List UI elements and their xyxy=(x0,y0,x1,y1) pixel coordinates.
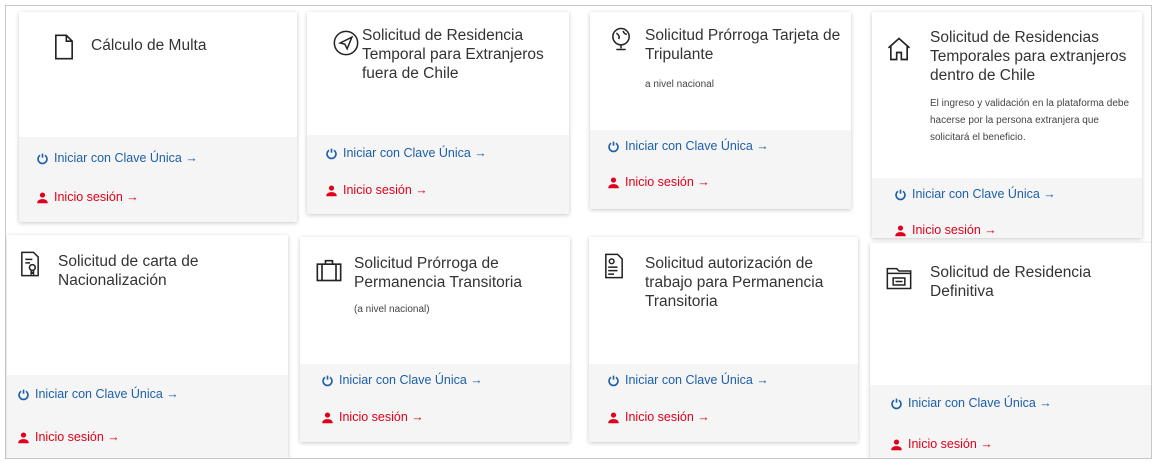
inicio-sesion-link[interactable]: Inicio sesión → xyxy=(607,175,710,189)
service-card-residencias-temporales-dentro: Solicitud de Residencias Temporales para… xyxy=(872,12,1142,238)
card-title: Solicitud Prórroga de Permanencia Transi… xyxy=(354,255,522,291)
services-panel: Cálculo de Multa Iniciar con Clave Única… xyxy=(5,5,1152,459)
user-icon xyxy=(608,176,619,188)
inicio-sesion-link[interactable]: Inicio sesión → xyxy=(894,223,997,237)
user-icon xyxy=(37,191,48,203)
service-card-residencia-definitiva: Solicitud de Residencia Definitiva Inici… xyxy=(870,243,1151,458)
card-actions: Iniciar con Clave Única → Inicio sesión … xyxy=(300,364,570,442)
clave-unica-link[interactable]: Iniciar con Clave Única → xyxy=(890,396,1052,410)
user-icon xyxy=(18,431,29,443)
power-icon xyxy=(608,375,619,386)
folder-icon xyxy=(884,263,914,293)
certificate-icon xyxy=(15,249,45,279)
briefcase-icon xyxy=(314,255,344,285)
power-icon xyxy=(322,375,333,386)
inicio-sesion-link[interactable]: Inicio sesión → xyxy=(890,437,993,451)
power-icon xyxy=(608,141,619,152)
clave-unica-link[interactable]: Iniciar con Clave Única → xyxy=(17,387,179,401)
card-actions: Iniciar con Clave Única → Inicio sesión … xyxy=(19,137,297,222)
power-icon xyxy=(895,189,906,200)
clave-unica-link[interactable]: Iniciar con Clave Única → xyxy=(894,187,1056,201)
inicio-sesion-link[interactable]: Inicio sesión → xyxy=(17,430,120,444)
clave-unica-link[interactable]: Iniciar con Clave Única → xyxy=(607,139,769,153)
service-card-prorroga-tripulante: Solicitud Prórroga Tarjeta de Tripulante… xyxy=(590,12,851,209)
power-icon xyxy=(18,389,29,400)
home-icon xyxy=(884,34,914,64)
card-subtitle: El ingreso y validación en la plataforma… xyxy=(930,98,1130,143)
service-card-prorroga-permanencia: Solicitud Prórroga de Permanencia Transi… xyxy=(300,237,570,442)
card-title: Solicitud Prórroga Tarjeta de Tripulante xyxy=(645,27,841,63)
clave-unica-link[interactable]: Iniciar con Clave Única → xyxy=(607,373,769,387)
service-card-autorizacion-trabajo: Solicitud autorización de trabajo para P… xyxy=(589,237,858,442)
card-actions: Iniciar con Clave Única → Inicio sesión … xyxy=(590,130,851,209)
send-icon xyxy=(331,28,361,58)
card-actions: Iniciar con Clave Única → Inicio sesión … xyxy=(870,385,1151,458)
card-actions: Iniciar con Clave Única → Inicio sesión … xyxy=(589,364,858,442)
card-subtitle: (a nivel nacional) xyxy=(354,304,430,315)
card-actions: Iniciar con Clave Única → Inicio sesión … xyxy=(7,375,288,458)
service-card-residencia-temporal-fuera: Solicitud de Residencia Temporal para Ex… xyxy=(307,12,569,214)
document-icon xyxy=(49,32,79,62)
user-icon xyxy=(322,411,333,423)
card-title: Solicitud de Residencia Definitiva xyxy=(930,264,1092,300)
card-title: Solicitud de Residencias Temporales para… xyxy=(930,29,1127,84)
service-card-carta-nacionalizacion: Solicitud de carta de Nacionalización In… xyxy=(7,235,288,458)
inicio-sesion-link[interactable]: Inicio sesión → xyxy=(607,410,710,424)
id-card-icon xyxy=(599,251,629,281)
power-icon xyxy=(891,398,902,409)
clave-unica-link[interactable]: Iniciar con Clave Única → xyxy=(325,146,487,160)
user-icon xyxy=(326,184,337,196)
inicio-sesion-link[interactable]: Inicio sesión → xyxy=(36,190,139,204)
inicio-sesion-link[interactable]: Inicio sesión → xyxy=(321,410,424,424)
power-icon xyxy=(326,148,337,159)
card-title: Solicitud de carta de Nacionalización xyxy=(58,253,199,289)
user-icon xyxy=(891,438,902,450)
power-icon xyxy=(37,153,48,164)
card-subtitle: a nivel nacional xyxy=(645,79,714,90)
card-actions: Iniciar con Clave Única → Inicio sesión … xyxy=(872,178,1142,238)
card-actions: Iniciar con Clave Única → Inicio sesión … xyxy=(307,135,569,214)
globe-icon xyxy=(606,24,636,54)
clave-unica-link[interactable]: Iniciar con Clave Única → xyxy=(36,151,198,165)
card-title: Solicitud autorización de trabajo para P… xyxy=(645,255,824,310)
clave-unica-link[interactable]: Iniciar con Clave Única → xyxy=(321,373,483,387)
service-card-calculo-multa: Cálculo de Multa Iniciar con Clave Única… xyxy=(19,12,297,222)
user-icon xyxy=(895,224,906,236)
inicio-sesion-link[interactable]: Inicio sesión → xyxy=(325,183,428,197)
user-icon xyxy=(608,411,619,423)
card-title: Cálculo de Multa xyxy=(91,37,207,54)
card-title: Solicitud de Residencia Temporal para Ex… xyxy=(362,27,544,82)
